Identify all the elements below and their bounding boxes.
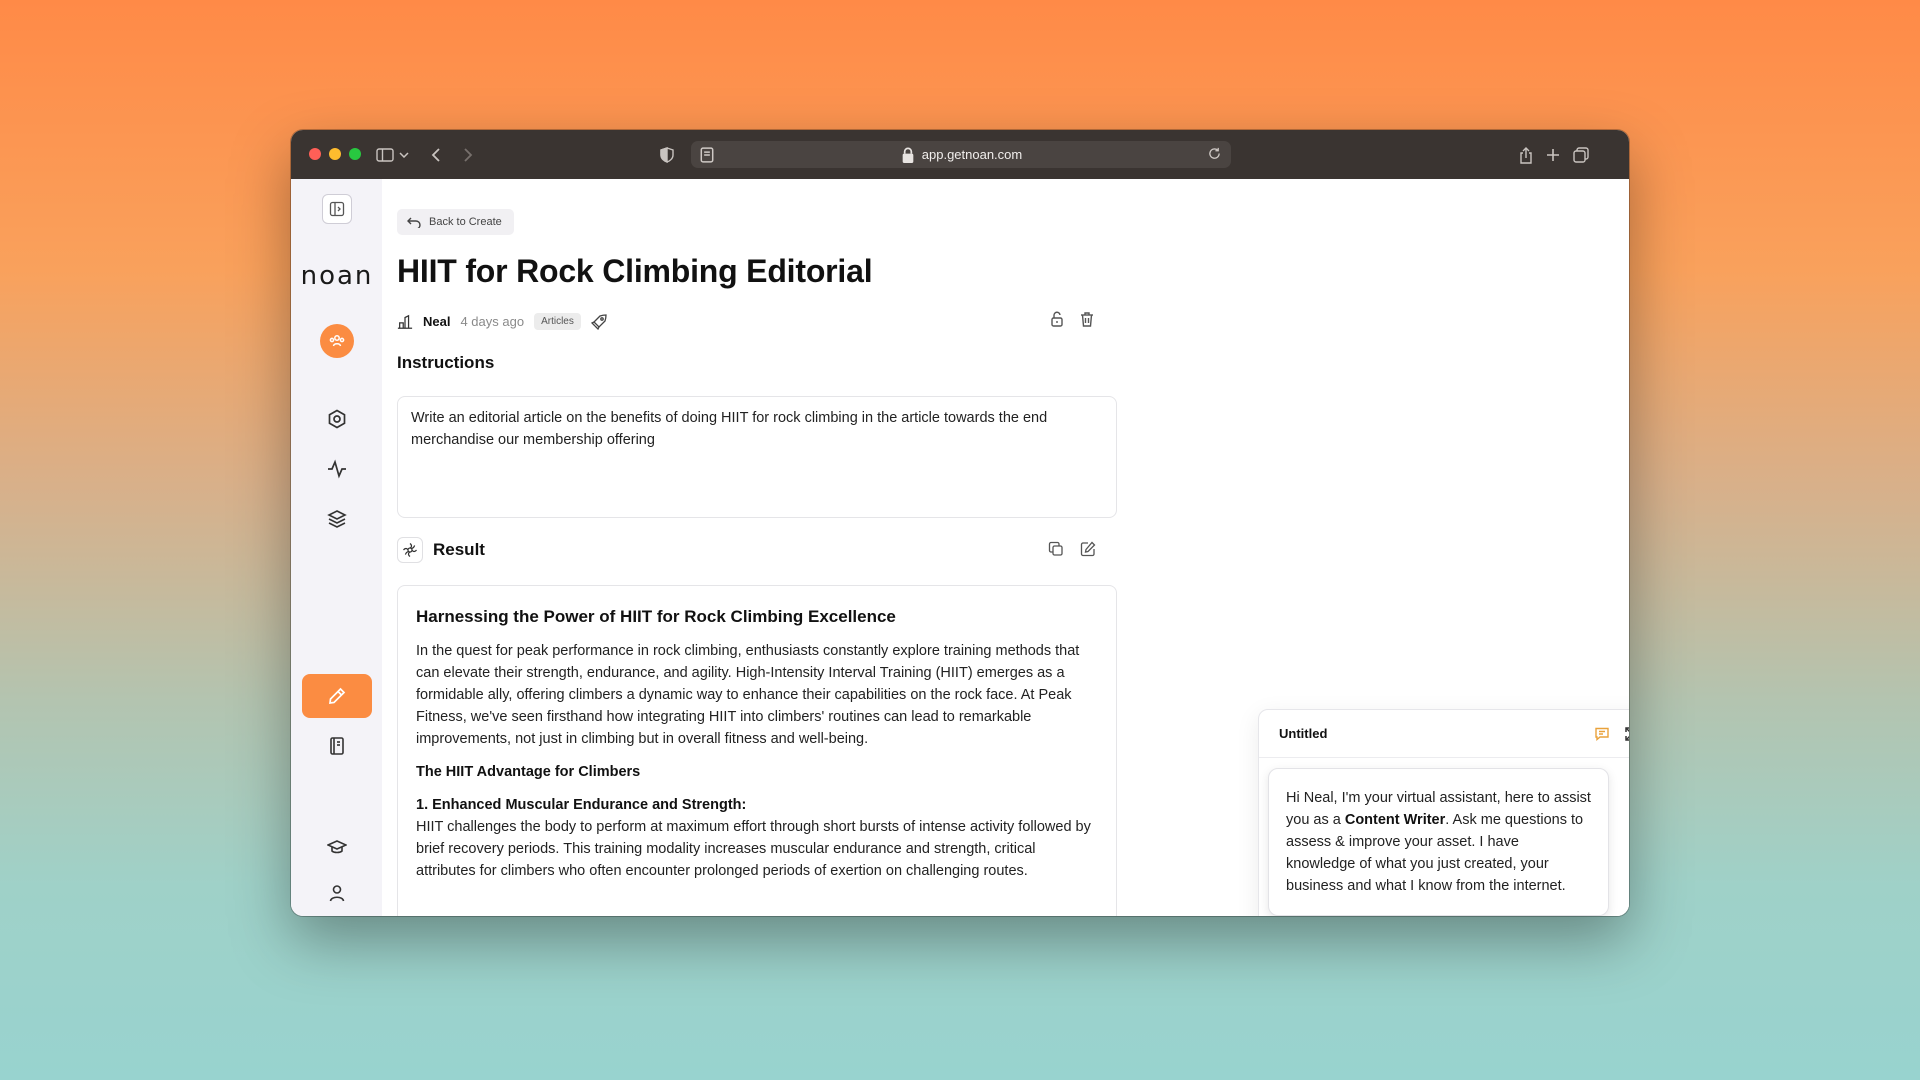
result-point-text: HIIT challenges the body to perform at m… bbox=[416, 819, 1091, 879]
edit-icon[interactable] bbox=[1080, 541, 1096, 557]
back-to-create-button[interactable]: Back to Create bbox=[397, 209, 514, 235]
window-controls bbox=[309, 148, 361, 160]
asset-meta: Neal 4 days ago Articles bbox=[397, 313, 607, 330]
rocket-icon[interactable] bbox=[590, 313, 607, 330]
reload-icon[interactable] bbox=[1208, 147, 1221, 163]
sidebar-item-assets[interactable] bbox=[302, 497, 372, 541]
ai-model-icon bbox=[397, 537, 423, 563]
sidebar-item-academy[interactable] bbox=[302, 825, 372, 869]
result-subheading: The HIIT Advantage for Climbers bbox=[416, 764, 641, 780]
created-time: 4 days ago bbox=[460, 314, 525, 329]
asset-actions bbox=[1049, 311, 1095, 327]
chat-header-actions bbox=[1594, 726, 1629, 742]
assistant-role: Content Writer bbox=[1344, 812, 1446, 828]
user-icon bbox=[329, 885, 345, 902]
result-heading: Harnessing the Power of HIIT for Rock Cl… bbox=[416, 607, 896, 626]
trash-icon[interactable] bbox=[1079, 311, 1095, 327]
browser-window: app.getnoan.com noan Back to Create HIIT… bbox=[291, 130, 1629, 916]
result-paragraph: In the quest for peak performance in roc… bbox=[416, 643, 1080, 747]
result-content[interactable]: Harnessing the Power of HIIT for Rock Cl… bbox=[397, 585, 1117, 916]
browser-titlebar: app.getnoan.com bbox=[291, 130, 1629, 179]
address-bar[interactable]: app.getnoan.com bbox=[691, 141, 1231, 168]
hexagon-icon bbox=[328, 409, 346, 429]
page-title: HIIT for Rock Climbing Editorial bbox=[397, 253, 873, 289]
author-name[interactable]: Neal bbox=[423, 314, 450, 329]
sidebar-item-brand[interactable] bbox=[302, 397, 372, 441]
sidebar-toggle-icon[interactable] bbox=[375, 144, 395, 166]
shield-icon[interactable] bbox=[656, 144, 678, 166]
noan-logo[interactable]: noan bbox=[299, 261, 375, 291]
close-window-button[interactable] bbox=[309, 148, 321, 160]
workspace-avatar[interactable] bbox=[320, 324, 354, 358]
back-arrow-icon[interactable] bbox=[425, 144, 447, 166]
url-text: app.getnoan.com bbox=[921, 147, 1023, 162]
pulse-icon bbox=[328, 459, 346, 479]
forward-arrow-icon[interactable] bbox=[457, 144, 479, 166]
result-point-title: 1. Enhanced Muscular Endurance and Stren… bbox=[416, 797, 747, 813]
copy-icon[interactable] bbox=[1048, 541, 1064, 557]
new-tab-icon[interactable] bbox=[1542, 144, 1564, 166]
chevron-down-icon[interactable] bbox=[397, 144, 411, 166]
result-header: Result bbox=[397, 537, 485, 563]
graduation-cap-icon bbox=[327, 840, 347, 854]
unlock-icon[interactable] bbox=[1049, 311, 1065, 327]
main-content: Back to Create HIIT for Rock Climbing Ed… bbox=[382, 179, 1629, 916]
pencil-icon bbox=[329, 687, 346, 704]
sidebar-collapse-button[interactable] bbox=[322, 194, 352, 224]
instructions-label: Instructions bbox=[397, 353, 495, 372]
reader-icon[interactable] bbox=[699, 146, 715, 163]
zoom-window-button[interactable] bbox=[349, 148, 361, 160]
chat-header: Untitled bbox=[1259, 710, 1629, 758]
instructions-textarea[interactable]: Write an editorial article on the benefi… bbox=[397, 396, 1117, 518]
return-arrow-icon bbox=[407, 217, 421, 228]
new-chat-icon[interactable] bbox=[1594, 726, 1610, 742]
writer-icon bbox=[397, 314, 413, 330]
result-label: Result bbox=[433, 540, 485, 559]
tab-overview-icon[interactable] bbox=[1570, 144, 1592, 166]
ai-chat-panel: Untitled Hi Neal, I'm your virtual assis… bbox=[1258, 709, 1629, 916]
sidebar-item-create[interactable] bbox=[302, 674, 372, 718]
book-icon bbox=[330, 737, 344, 755]
chat-title[interactable]: Untitled bbox=[1279, 726, 1327, 741]
lock-icon bbox=[900, 147, 916, 163]
back-button-label: Back to Create bbox=[429, 216, 502, 228]
result-actions bbox=[1048, 541, 1096, 557]
team-icon bbox=[329, 335, 345, 347]
layers-icon bbox=[327, 510, 347, 528]
expand-icon[interactable] bbox=[1624, 726, 1629, 742]
share-icon[interactable] bbox=[1515, 144, 1537, 166]
sidebar-item-library[interactable] bbox=[302, 724, 372, 768]
category-badge[interactable]: Articles bbox=[534, 313, 581, 330]
minimize-window-button[interactable] bbox=[329, 148, 341, 160]
assistant-message: Hi Neal, I'm your virtual assistant, her… bbox=[1268, 768, 1609, 916]
sidebar-item-activity[interactable] bbox=[302, 447, 372, 491]
sidebar-item-account[interactable] bbox=[302, 871, 372, 915]
panel-icon bbox=[329, 201, 345, 217]
app-sidebar: noan bbox=[291, 179, 382, 916]
